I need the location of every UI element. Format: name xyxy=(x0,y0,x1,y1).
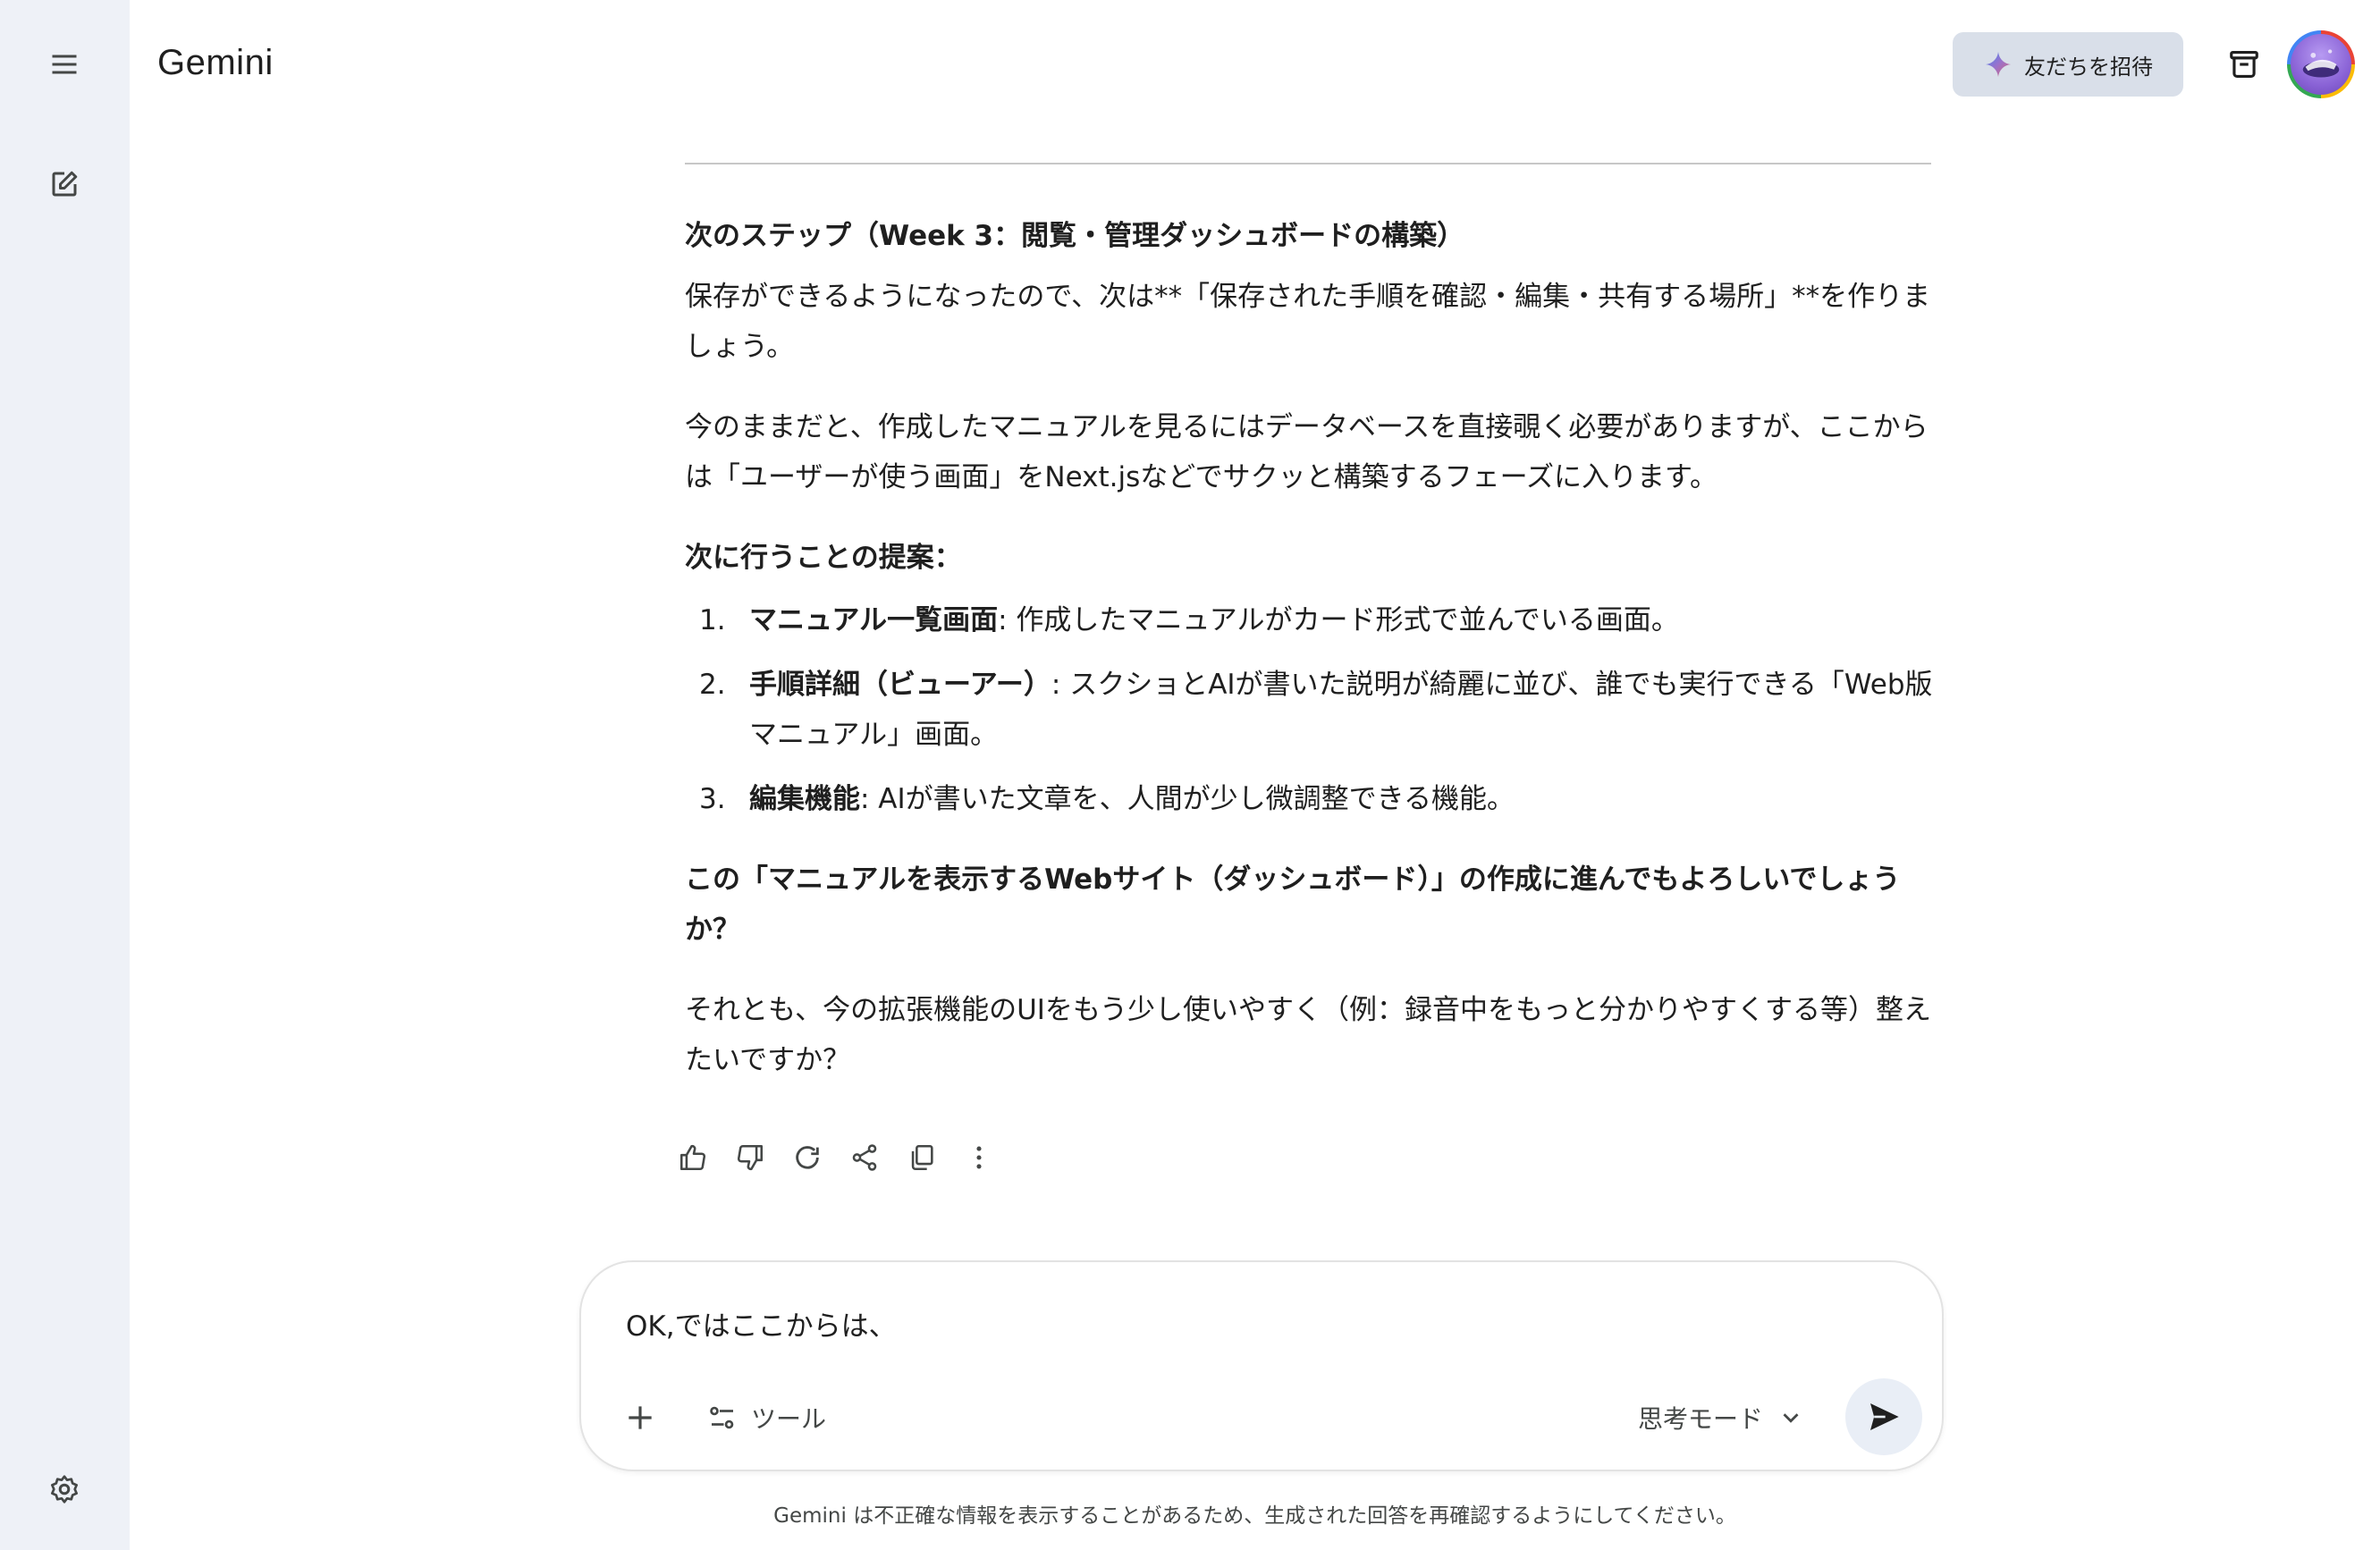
disclaimer-text: Gemini は不正確な情報を表示することがあるため、生成された回答を再確認する… xyxy=(773,1504,1736,1528)
plus-icon xyxy=(629,1406,652,1429)
good-response-button[interactable] xyxy=(667,1132,719,1184)
edit-icon xyxy=(52,171,78,197)
app-title[interactable]: Gemini xyxy=(157,43,274,83)
add-file-button[interactable] xyxy=(612,1389,669,1446)
send-icon xyxy=(1870,1403,1899,1430)
menu-icon xyxy=(52,55,77,74)
list-item-text: : AIが書いた文章を、人間が少し微調整できる機能。 xyxy=(860,783,1515,815)
list-item-text: : 作成したマニュアルがカード形式で並んでいる画面。 xyxy=(998,604,1679,636)
gemini-sparkle-icon xyxy=(1985,51,2012,78)
send-button[interactable] xyxy=(1845,1378,1922,1455)
response-heading: 次のステップ（Week 3：閲覧・管理ダッシュボードの構築） xyxy=(685,220,1465,252)
prompt-composer: ツール 思考モード xyxy=(579,1260,1944,1471)
sidebar xyxy=(0,0,130,1550)
response-divider xyxy=(685,163,1931,164)
prompt-input[interactable] xyxy=(626,1296,1878,1350)
list-number: 2. xyxy=(699,669,726,701)
list-item: 1. マニュアル一覧画面: 作成したマニュアルがカード形式で並んでいる画面。 xyxy=(685,595,1937,645)
bad-response-button[interactable] xyxy=(724,1132,776,1184)
regenerate-button[interactable] xyxy=(781,1132,833,1184)
tools-icon xyxy=(710,1406,734,1429)
response-paragraph: 今のままだと、作成したマニュアルを見るにはデータベースを直接覗く必要がありますが… xyxy=(685,411,1928,493)
list-number: 3. xyxy=(699,783,726,815)
new-chat-button[interactable] xyxy=(32,152,97,216)
tools-label: ツール xyxy=(751,1404,827,1434)
list-item-title: マニュアル一覧画面 xyxy=(749,604,999,636)
thumbs-up-icon xyxy=(679,1144,706,1171)
copy-button[interactable] xyxy=(896,1132,948,1184)
more-options-button[interactable] xyxy=(953,1132,1005,1184)
response-paragraph: それとも、今の拡張機能のUIをもう少し使いやすく（例：録音中をもっと分かりやすく… xyxy=(685,994,1931,1076)
model-response: 次のステップ（Week 3：閲覧・管理ダッシュボードの構築） 保存ができるように… xyxy=(685,211,1937,1116)
temporary-chat-button[interactable] xyxy=(2212,32,2276,97)
tools-button[interactable]: ツール xyxy=(706,1389,826,1446)
avatar xyxy=(2291,34,2351,95)
proposal-heading: 次に行うことの提案： xyxy=(685,542,962,574)
main-menu-button[interactable] xyxy=(32,32,97,97)
avatar-image-icon xyxy=(2302,49,2340,78)
chevron-down-icon xyxy=(1783,1413,1799,1423)
list-item-title: 手順詳細（ビューアー） xyxy=(749,669,1051,701)
copy-icon xyxy=(911,1144,933,1171)
response-paragraph: 保存ができるようになったので、次は**「保存された手順を確認・編集・共有する場所… xyxy=(685,281,1931,363)
share-icon xyxy=(852,1144,877,1171)
response-question: この「マニュアルを表示するWebサイト（ダッシュボード）」の作成に進んでもよろし… xyxy=(685,863,1901,946)
list-item: 2. 手順詳細（ビューアー）: スクショとAIが書いた説明が綺麗に並び、誰でも実… xyxy=(685,660,1937,760)
list-item: 3. 編集機能: AIが書いた文章を、人間が少し微調整できる機能。 xyxy=(685,774,1937,824)
regenerate-icon xyxy=(796,1146,819,1169)
list-item-title: 編集機能 xyxy=(749,783,860,815)
invite-label: 友だちを招待 xyxy=(2024,54,2153,80)
more-vert-icon xyxy=(976,1146,982,1169)
mode-selector[interactable]: 思考モード xyxy=(1638,1389,1804,1446)
proposal-list: 1. マニュアル一覧画面: 作成したマニュアルがカード形式で並んでいる画面。 2… xyxy=(685,595,1937,824)
response-actions xyxy=(667,1132,1005,1184)
account-avatar-button[interactable] xyxy=(2287,30,2355,98)
invite-friends-button[interactable]: 友だちを招待 xyxy=(1953,32,2183,97)
thumbs-down-icon xyxy=(737,1144,764,1171)
share-button[interactable] xyxy=(839,1132,890,1184)
list-number: 1. xyxy=(699,604,726,636)
mode-label: 思考モード xyxy=(1638,1404,1764,1434)
temporary-chat-icon xyxy=(2230,50,2258,79)
